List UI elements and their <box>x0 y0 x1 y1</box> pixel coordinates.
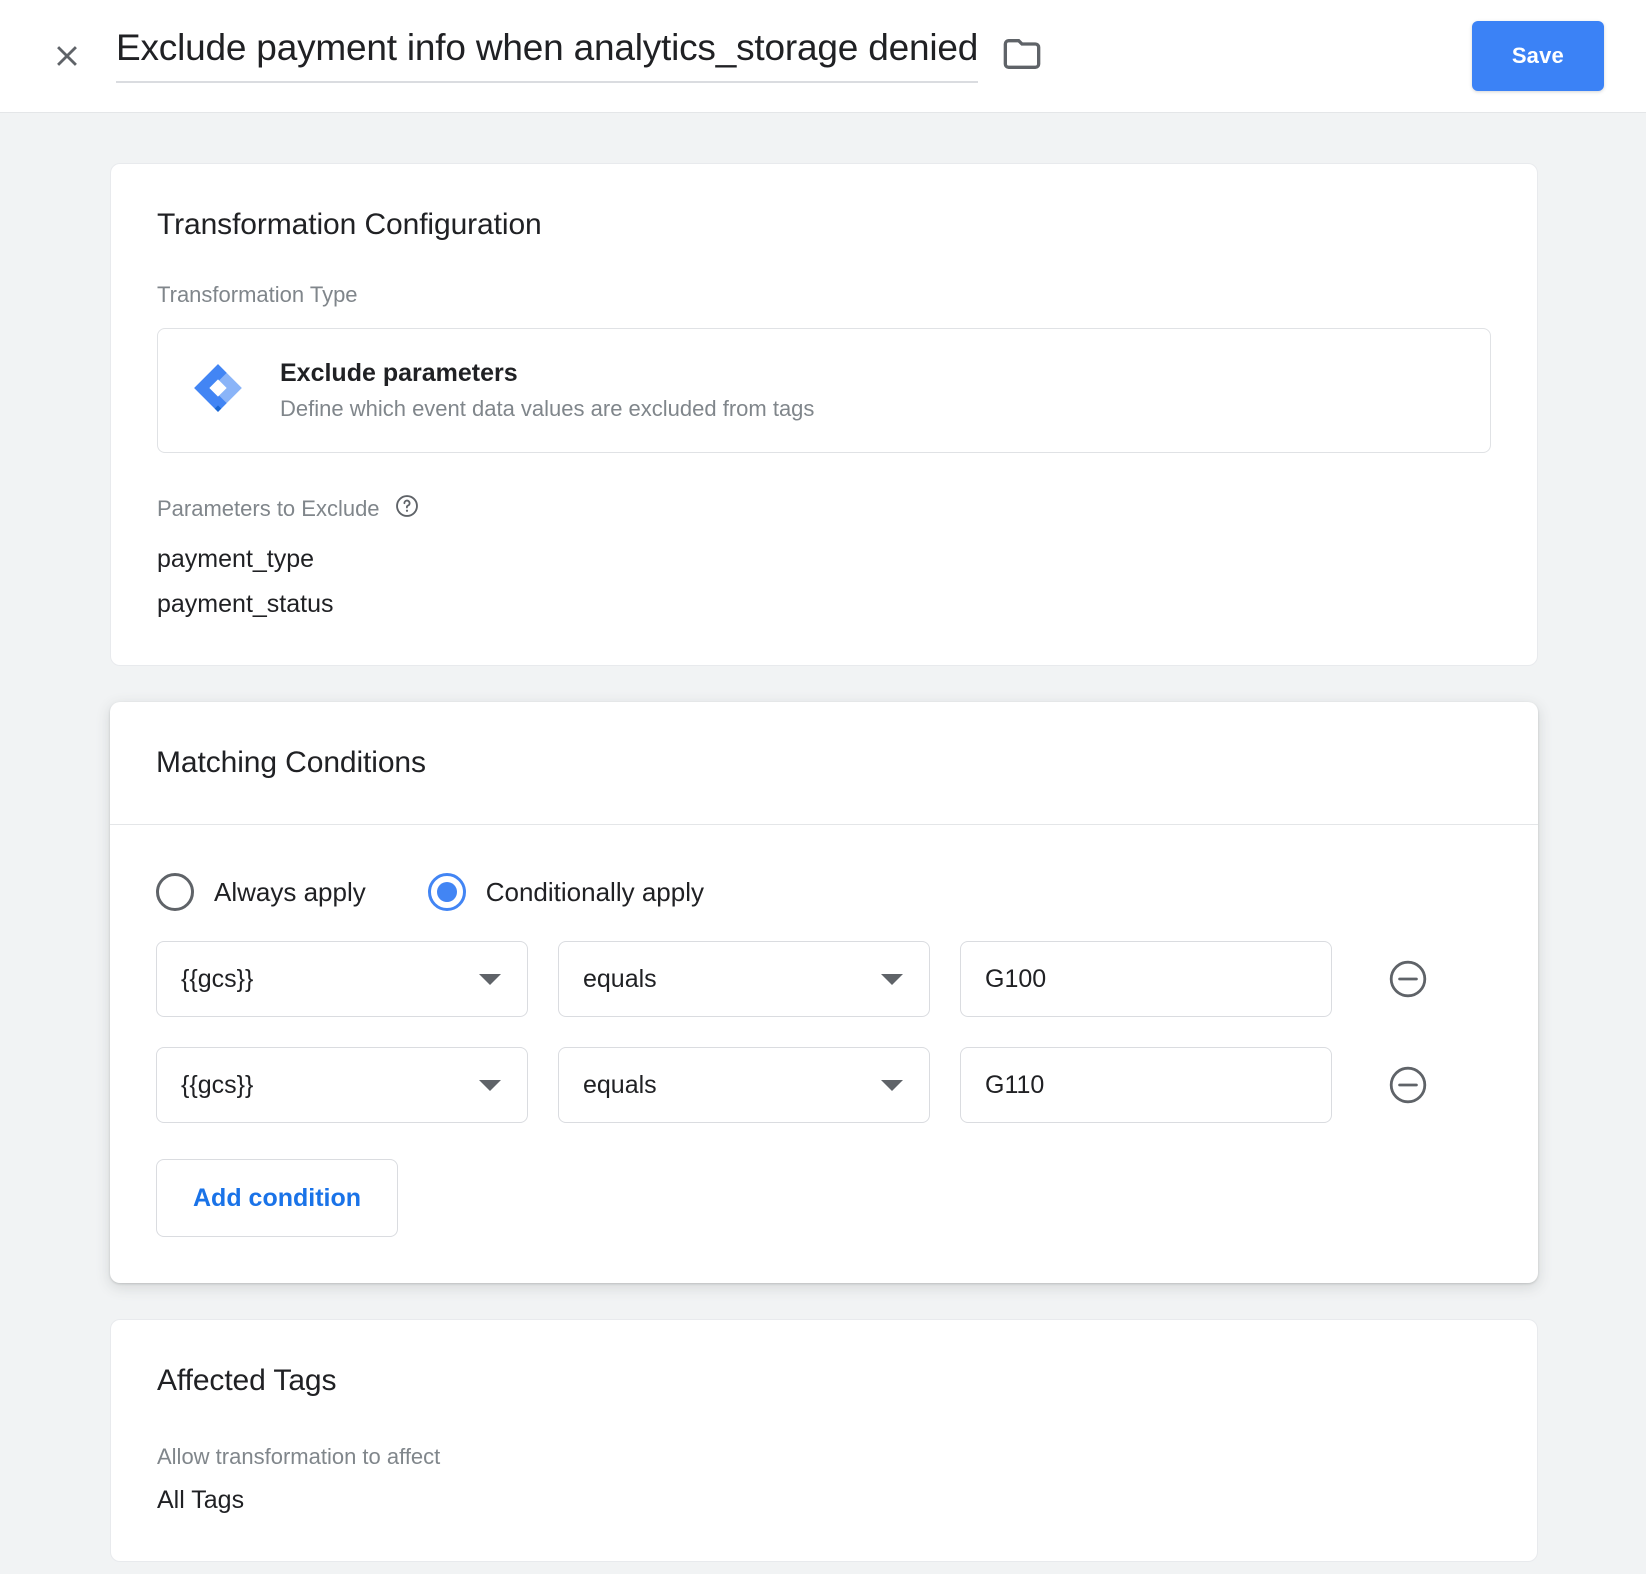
chevron-down-icon <box>881 1079 903 1091</box>
condition-value-field <box>960 941 1332 1017</box>
condition-row: {{gcs}} equals <box>156 941 1492 1017</box>
close-icon[interactable] <box>44 33 90 79</box>
apply-mode-radio-group: Always apply Conditionally apply <box>156 825 1492 911</box>
transformation-type-text: Exclude parameters Define which event da… <box>280 359 814 422</box>
radio-selected-dot-icon <box>436 882 457 902</box>
chevron-down-icon <box>881 973 903 985</box>
condition-value-input[interactable] <box>961 1048 1331 1122</box>
add-condition-button[interactable]: Add condition <box>156 1159 399 1237</box>
radio-always-apply-label: Always apply <box>214 876 366 907</box>
affected-tags-card: Affected Tags Allow transformation to af… <box>110 1319 1538 1562</box>
radio-conditionally-apply[interactable]: Conditionally apply <box>427 873 704 911</box>
remove-condition-button[interactable] <box>1384 1061 1432 1109</box>
condition-value-field <box>960 1047 1332 1123</box>
condition-operator-select[interactable]: equals <box>558 941 930 1017</box>
matching-conditions-body: Always apply Conditionally apply {{gcs}} <box>110 825 1538 1283</box>
allow-transformation-label: Allow transformation to affect <box>157 1444 441 1469</box>
condition-operator-value: equals <box>583 1070 657 1099</box>
excluded-parameter-item: payment_type <box>157 545 315 573</box>
radio-always-apply[interactable]: Always apply <box>156 873 366 911</box>
help-circle-icon[interactable] <box>394 493 420 525</box>
save-button[interactable]: Save <box>1471 21 1604 91</box>
transformation-name-input[interactable]: Exclude payment info when analytics_stor… <box>116 28 978 84</box>
affected-tags-title: Affected Tags <box>157 1364 337 1397</box>
condition-row: {{gcs}} equals <box>156 1047 1492 1123</box>
transformation-config-body: Transformation Type Exclude parameters D… <box>111 282 1537 665</box>
transformation-config-title: Transformation Configuration <box>157 208 542 241</box>
affected-tags-body: Allow transformation to affect All Tags <box>111 1444 1537 1561</box>
condition-variable-select[interactable]: {{gcs}} <box>156 1047 528 1123</box>
chevron-down-icon <box>479 973 501 985</box>
gtm-diamond-icon <box>192 362 244 419</box>
page-header: Exclude payment info when analytics_stor… <box>0 0 1646 113</box>
content-area: Transformation Configuration Transformat… <box>0 113 1646 1562</box>
transformation-type-label-text: Transformation Type <box>157 282 358 307</box>
matching-conditions-card: Matching Conditions Always apply Conditi… <box>110 702 1538 1283</box>
transformation-editor-page: Exclude payment info when analytics_stor… <box>0 0 1646 1574</box>
condition-value-input[interactable] <box>961 942 1331 1016</box>
brick-plus-icon[interactable] <box>1331 942 1332 1016</box>
transformation-configuration-card: Transformation Configuration Transformat… <box>110 163 1538 666</box>
allow-transformation-value: All Tags <box>157 1486 245 1514</box>
chevron-down-icon <box>479 1079 501 1091</box>
title-area: Exclude payment info when analytics_stor… <box>116 28 1472 84</box>
folder-icon[interactable] <box>1002 34 1042 74</box>
remove-condition-button[interactable] <box>1384 955 1432 1003</box>
condition-variable-select[interactable]: {{gcs}} <box>156 941 528 1017</box>
condition-variable-value: {{gcs}} <box>181 1070 254 1099</box>
radio-conditionally-apply-label: Conditionally apply <box>485 876 704 907</box>
transformation-type-selector[interactable]: Exclude parameters Define which event da… <box>157 328 1491 453</box>
condition-operator-value: equals <box>583 964 657 993</box>
radio-conditionally-apply-circle-icon <box>427 873 466 911</box>
radio-always-apply-circle-icon <box>156 873 194 911</box>
condition-variable-value: {{gcs}} <box>181 964 254 993</box>
transformation-type-name: Exclude parameters <box>280 359 518 387</box>
matching-conditions-title: Matching Conditions <box>110 702 1538 825</box>
brick-plus-icon[interactable] <box>1331 1048 1332 1122</box>
condition-operator-select[interactable]: equals <box>558 1047 930 1123</box>
transformation-type-label: Transformation Type <box>157 282 1491 308</box>
excluded-parameter-item: payment_status <box>157 590 334 618</box>
parameters-to-exclude-label-text: Parameters to Exclude <box>157 496 380 521</box>
transformation-type-description: Define which event data values are exclu… <box>280 396 815 421</box>
parameters-to-exclude-label: Parameters to Exclude <box>157 493 1491 525</box>
